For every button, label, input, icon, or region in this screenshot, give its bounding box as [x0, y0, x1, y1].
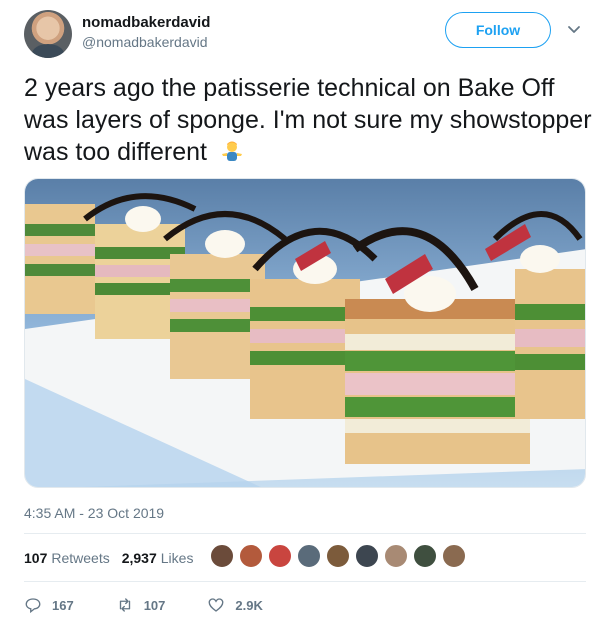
liker-avatar[interactable]	[384, 544, 408, 568]
tweet-body: 2 years ago the patisserie technical on …	[24, 74, 592, 166]
liker-avatar[interactable]	[297, 544, 321, 568]
like-button[interactable]: 2.9K	[207, 596, 263, 614]
liker-avatar[interactable]	[210, 544, 234, 568]
tweet-header: nomadbakerdavid @nomadbakerdavid Follow	[24, 10, 594, 60]
user-handle[interactable]: @nomadbakerdavid	[82, 34, 208, 50]
liker-avatar[interactable]	[326, 544, 350, 568]
reply-icon	[25, 598, 41, 614]
retweets-label[interactable]: Retweets	[51, 550, 109, 566]
liker-avatar[interactable]	[239, 544, 263, 568]
chevron-down-icon[interactable]	[567, 22, 581, 36]
reply-button[interactable]: 167	[24, 596, 74, 614]
tweet-timestamp[interactable]: 4:35 AM - 23 Oct 2019	[24, 505, 164, 521]
liker-avatar[interactable]	[442, 544, 466, 568]
divider	[24, 533, 586, 534]
liker-avatar[interactable]	[413, 544, 437, 568]
retweet-icon	[119, 598, 130, 612]
divider	[24, 581, 586, 582]
retweet-count: 107	[143, 597, 166, 613]
avatar[interactable]	[24, 10, 72, 58]
tweet-photo[interactable]	[24, 178, 586, 488]
reply-count: 167	[52, 597, 74, 613]
liker-avatar[interactable]	[268, 544, 292, 568]
cake-image	[25, 179, 585, 487]
liker-avatars	[210, 544, 471, 568]
follow-button[interactable]: Follow	[445, 12, 551, 48]
likes-count[interactable]: 2,937	[122, 550, 157, 566]
tweet-text: 2 years ago the patisserie technical on …	[24, 72, 594, 168]
heart-icon	[208, 598, 224, 612]
engagement-stats: 107 Retweets 2,937 Likes	[24, 543, 205, 573]
like-count: 2.9K	[235, 597, 263, 613]
likes-label[interactable]: Likes	[161, 550, 194, 566]
retweet-button[interactable]: 107	[116, 596, 166, 614]
retweets-count[interactable]: 107	[24, 550, 47, 566]
tweet-actions: 167 107 2.9K	[24, 592, 305, 618]
liker-avatar[interactable]	[355, 544, 379, 568]
man-shrugging-icon	[221, 141, 242, 161]
display-name[interactable]: nomadbakerdavid	[82, 14, 210, 31]
